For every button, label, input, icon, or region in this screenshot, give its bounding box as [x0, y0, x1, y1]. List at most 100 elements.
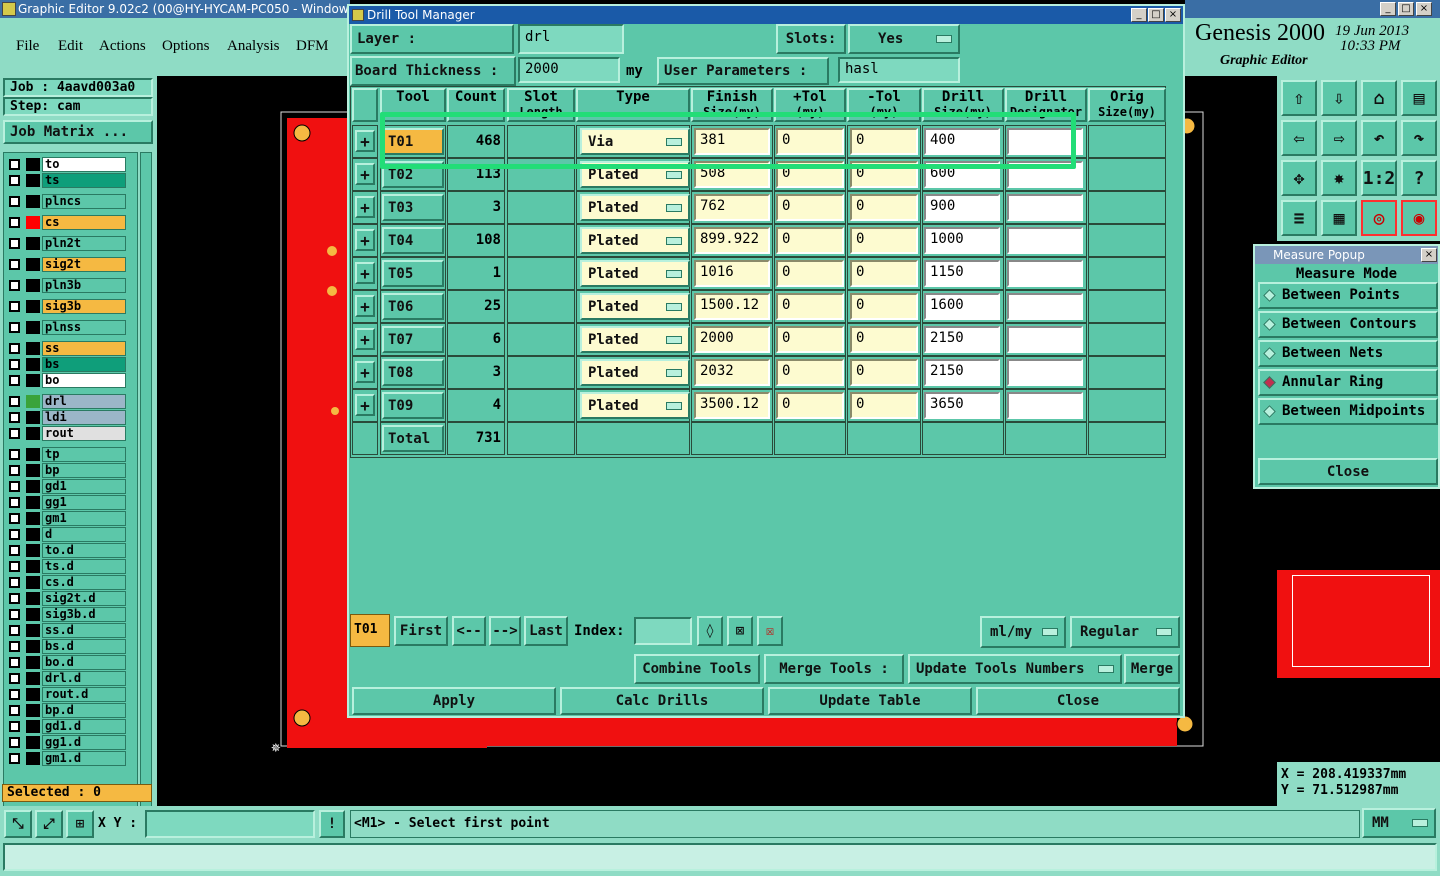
layer-row[interactable]: drl.d [6, 671, 126, 686]
menu-edit[interactable]: Edit [58, 38, 83, 55]
menu-file[interactable]: File [16, 38, 39, 55]
combine-tools-button[interactable]: Combine Tools [634, 654, 760, 684]
column-header[interactable]: Orig Size(my) [1088, 88, 1166, 122]
units-dropdown[interactable]: ml/my [980, 616, 1066, 648]
layer-row[interactable]: sig2t [6, 257, 126, 272]
type-dropdown[interactable]: Plated [580, 392, 690, 419]
layer-row[interactable]: ss [6, 341, 126, 356]
type-dropdown[interactable]: Plated [580, 293, 690, 320]
layer-checkbox[interactable] [9, 217, 20, 228]
drill-designator-input[interactable] [1007, 392, 1083, 419]
finish-size-input[interactable]: 3500.12 [694, 392, 770, 419]
layer-checkbox[interactable] [9, 465, 20, 476]
layer-row[interactable]: d [6, 527, 126, 542]
type-dropdown[interactable]: Plated [580, 326, 690, 353]
layer-checkbox[interactable] [9, 280, 20, 291]
layer-row[interactable]: ldi [6, 410, 126, 425]
layer-checkbox[interactable] [9, 375, 20, 386]
layer-checkbox[interactable] [9, 343, 20, 354]
measure-option[interactable]: Between Contours [1258, 311, 1438, 338]
layer-checkbox[interactable] [9, 196, 20, 207]
tool-name[interactable]: T05 [382, 260, 444, 287]
layer-checkbox[interactable] [9, 737, 20, 748]
drill-size-input[interactable]: 900 [924, 194, 1000, 221]
tool-name[interactable]: T08 [382, 359, 444, 386]
measure-option[interactable]: Between Points [1258, 282, 1438, 309]
layer-checkbox[interactable] [9, 259, 20, 270]
expand-icon[interactable]: + [355, 196, 375, 218]
layer-row[interactable]: sig2t.d [6, 591, 126, 606]
measure-close-button[interactable]: Close [1258, 458, 1438, 485]
next-button[interactable]: --> [489, 616, 521, 646]
index-input[interactable] [634, 617, 692, 645]
layer-row[interactable]: rout.d [6, 687, 126, 702]
units-mm-dropdown[interactable]: MM [1362, 808, 1436, 838]
tool-icon-6[interactable]: ⇨ [1321, 120, 1357, 156]
expand-icon[interactable]: + [355, 262, 375, 284]
dialog-close-icon[interactable]: × [1165, 8, 1181, 22]
layer-checkbox[interactable] [9, 545, 20, 556]
prev-button[interactable]: <-- [452, 616, 486, 646]
layer-checkbox[interactable] [9, 159, 20, 170]
layer-row[interactable]: ts.d [6, 559, 126, 574]
mode-dropdown[interactable]: Regular [1070, 616, 1180, 648]
delete-icon[interactable]: ☒ [757, 616, 783, 646]
finish-size-input[interactable]: 1500.12 [694, 293, 770, 320]
menu-analysis[interactable]: Analysis [227, 38, 280, 55]
layer-row[interactable]: gm1.d [6, 751, 126, 766]
tool-name[interactable]: T06 [382, 293, 444, 320]
dialog-minimize-button[interactable]: _ [1131, 8, 1147, 22]
layer-checkbox[interactable] [9, 561, 20, 572]
job-matrix-button[interactable]: Job Matrix ... [3, 120, 153, 144]
layer-row[interactable]: ts [6, 173, 126, 188]
filter-icon[interactable]: ⊠ [727, 616, 753, 646]
layer-checkbox[interactable] [9, 497, 20, 508]
update-table-button[interactable]: Update Table [768, 687, 972, 715]
drill-size-input[interactable]: 2150 [924, 359, 1000, 386]
expand-icon[interactable]: + [355, 328, 375, 350]
layer-row[interactable]: bp [6, 463, 126, 478]
expand-icon[interactable]: + [355, 229, 375, 251]
drill-size-input[interactable]: 1000 [924, 227, 1000, 254]
type-dropdown[interactable]: Plated [580, 227, 690, 254]
tool-icon-1[interactable]: ⇧ [1281, 80, 1317, 116]
layer-row[interactable]: bs [6, 357, 126, 372]
layer-row[interactable]: gd1.d [6, 719, 126, 734]
apply-button[interactable]: Apply [352, 687, 556, 715]
layer-checkbox[interactable] [9, 657, 20, 668]
command-line[interactable] [3, 843, 1437, 871]
layer-row[interactable]: gm1 [6, 511, 126, 526]
drill-size-input[interactable]: 2150 [924, 326, 1000, 353]
layer-checkbox[interactable] [9, 449, 20, 460]
menu-actions[interactable]: Actions [99, 38, 146, 55]
tool-icon-13[interactable]: ≡ [1281, 200, 1317, 236]
minus-tol-input[interactable]: 0 [850, 260, 918, 287]
plus-tol-input[interactable]: 0 [776, 227, 844, 254]
layer-checkbox[interactable] [9, 673, 20, 684]
layer-checkbox[interactable] [9, 625, 20, 636]
last-button[interactable]: Last [524, 616, 568, 646]
lightbulb-icon[interactable]: ◊ [697, 616, 723, 646]
plus-tol-input[interactable]: 0 [776, 194, 844, 221]
zoom-fit-icon[interactable]: ⤢ [35, 810, 63, 838]
drill-designator-input[interactable] [1007, 293, 1083, 320]
layer-checkbox[interactable] [9, 175, 20, 186]
minus-tol-input[interactable]: 0 [850, 227, 918, 254]
layer-row[interactable]: pln3b [6, 278, 126, 293]
tool-icon-3[interactable]: ⌂ [1361, 80, 1397, 116]
measure-option[interactable]: Between Nets [1258, 340, 1438, 367]
layer-checkbox[interactable] [9, 481, 20, 492]
minus-tol-input[interactable]: 0 [850, 293, 918, 320]
layer-checkbox[interactable] [9, 322, 20, 333]
layer-checkbox[interactable] [9, 412, 20, 423]
menu-options[interactable]: Options [162, 38, 210, 55]
tool-icon-15[interactable]: ◎ [1361, 200, 1397, 236]
layer-row[interactable]: rout [6, 426, 126, 441]
layer-input[interactable]: drl [518, 24, 624, 54]
merge-button[interactable]: Merge [1124, 654, 1180, 684]
minus-tol-input[interactable]: 0 [850, 194, 918, 221]
tool-name[interactable]: T09 [382, 392, 444, 419]
drill-designator-input[interactable] [1007, 359, 1083, 386]
layer-checkbox[interactable] [9, 396, 20, 407]
expand-icon[interactable]: + [355, 295, 375, 317]
